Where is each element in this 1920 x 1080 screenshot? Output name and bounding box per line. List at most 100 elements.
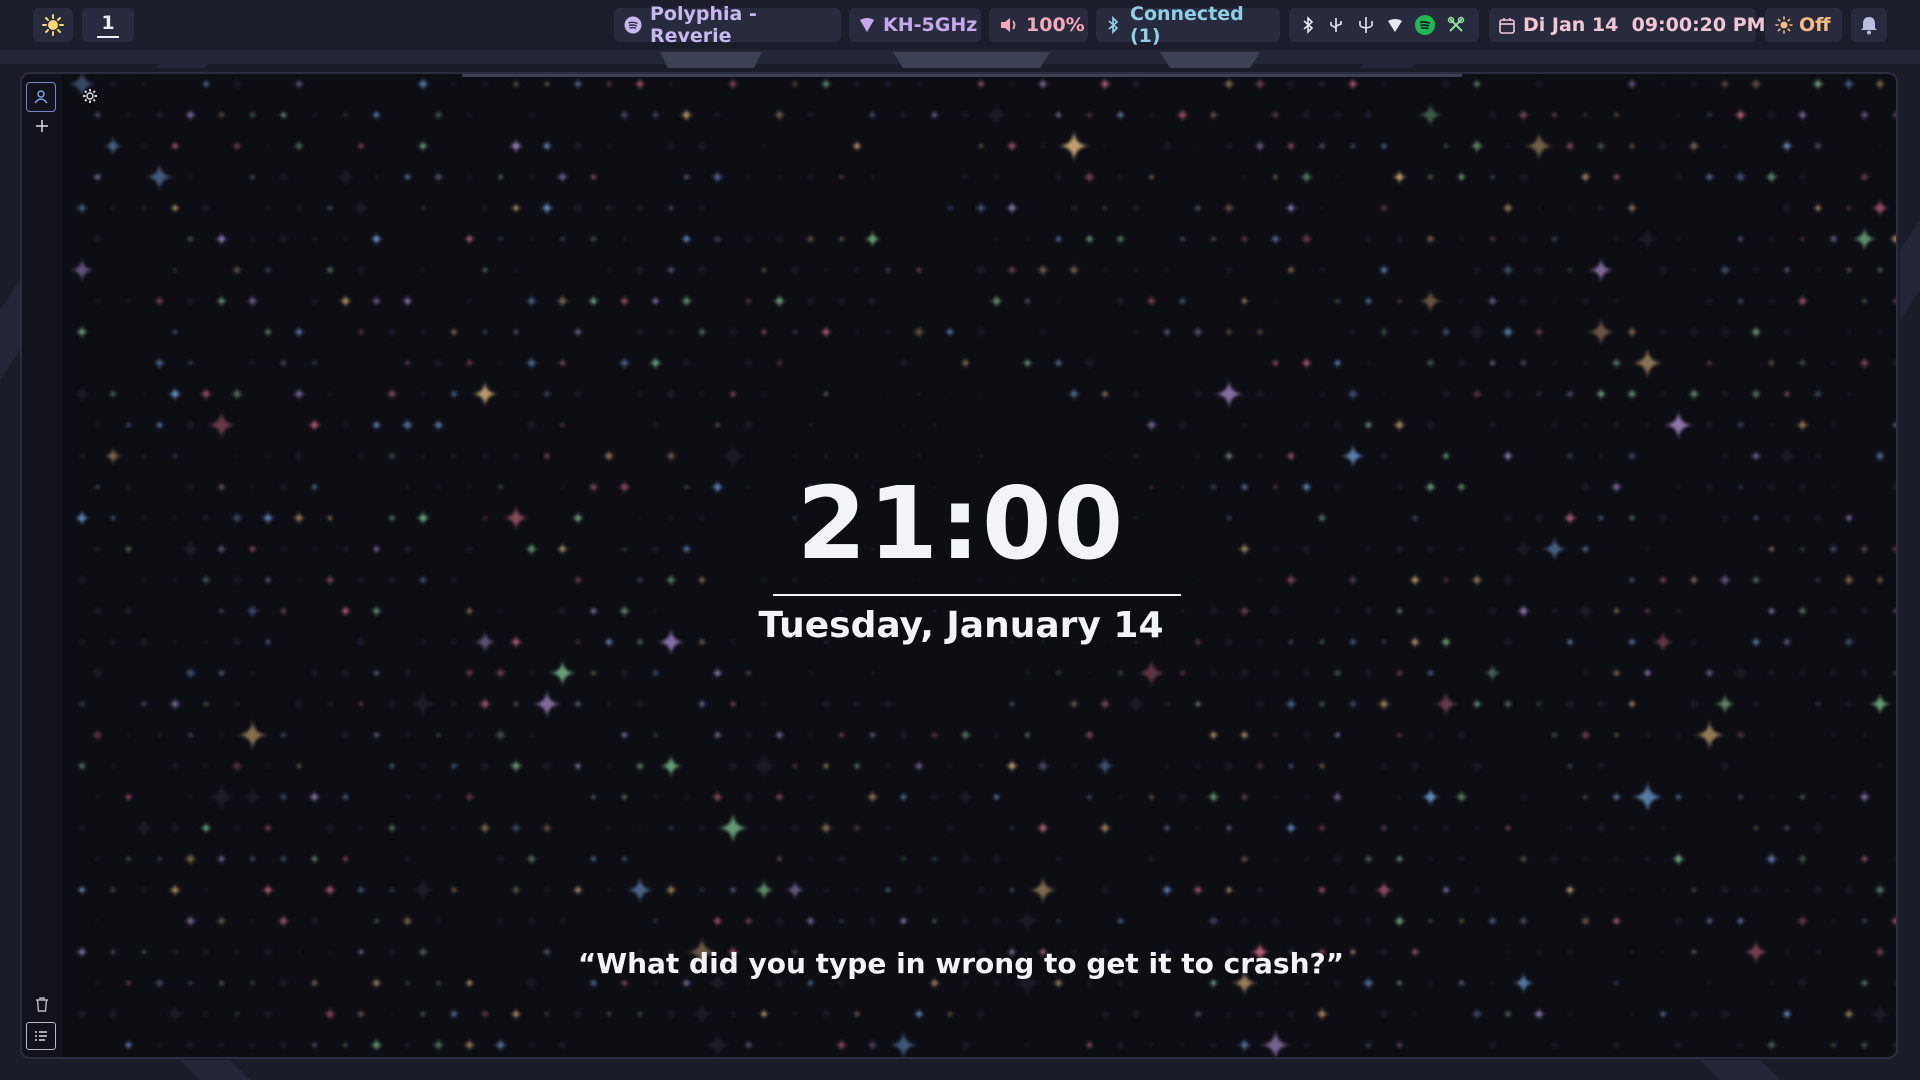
sparkle-shape (760, 700, 768, 708)
sparkle-shape (417, 326, 429, 338)
sparkle-shape (1795, 913, 1810, 929)
sparkle-shape (776, 855, 783, 863)
app-icon-button[interactable] (26, 82, 56, 112)
sparkle-shape (1331, 666, 1344, 680)
sparkle-shape (171, 328, 179, 336)
launcher-button[interactable] (33, 8, 73, 42)
sparkle-shape (1222, 77, 1236, 91)
sparkle-shape (464, 729, 475, 741)
add-button[interactable] (30, 114, 54, 138)
bluetooth-tray-icon[interactable] (1301, 16, 1315, 34)
usb-tray-icon[interactable] (1327, 16, 1345, 34)
sparkle-shape (248, 916, 257, 926)
sparkle-shape (752, 878, 776, 902)
sparkle-shape (183, 108, 198, 122)
sparkle-shape (1145, 294, 1158, 308)
sparkle-shape (663, 572, 679, 588)
usb-plug-tray-icon[interactable] (1357, 16, 1375, 34)
sparkle-shape (1115, 668, 1126, 678)
wifi-tray-icon[interactable] (1387, 17, 1403, 33)
sparkle-shape (616, 665, 633, 681)
sparkle-shape (1442, 142, 1450, 150)
sparkle-shape (790, 1009, 800, 1019)
sparkle-shape (649, 418, 662, 432)
settings-button[interactable] (78, 84, 102, 108)
sparkle-shape (744, 669, 753, 677)
sparkle-shape (973, 324, 989, 340)
sparkle-shape (1163, 266, 1171, 274)
sparkle-shape (1455, 853, 1468, 865)
sparkle-shape (697, 575, 707, 585)
sparkle-shape (201, 699, 211, 709)
sparkle-shape (712, 233, 723, 245)
sparkle-shape (1533, 326, 1545, 338)
sparkle-shape (1205, 789, 1222, 805)
trash-button[interactable] (30, 992, 54, 1016)
sparkle-shape (1518, 791, 1529, 803)
sparkle-shape (1531, 1006, 1547, 1022)
sparkle-shape (371, 916, 382, 926)
sparkle-shape (216, 1039, 227, 1051)
sparkle-shape (715, 810, 751, 846)
sparkle-shape (138, 202, 150, 214)
sparkle-shape (695, 201, 709, 215)
sparkle-shape (322, 820, 338, 836)
top-bar: 1 Polyphia - Reverie KH-5GHz 100% Connec… (0, 0, 1920, 50)
night-light-toggle[interactable]: Off (1765, 8, 1842, 42)
sparkle-shape (1670, 851, 1687, 867)
sparkle-shape (74, 324, 90, 340)
sparkle-shape (94, 917, 101, 925)
volume-widget[interactable]: 100% (989, 8, 1088, 42)
sparkle-shape (555, 1038, 570, 1052)
clock-widget[interactable]: Di Jan 14 09:00:20 PM (1489, 8, 1766, 42)
sparkle-shape (526, 110, 537, 120)
sparkle-shape (837, 730, 846, 740)
sparkle-shape (975, 884, 987, 896)
spotify-tray-icon[interactable] (1415, 15, 1435, 35)
sparkle-shape (92, 854, 103, 864)
sparkle-shape (1845, 266, 1853, 274)
sparkle-shape (140, 80, 148, 88)
sparkle-shape (1098, 883, 1112, 897)
sparkle-shape (633, 325, 647, 339)
sparkle-shape (571, 387, 585, 401)
sparkle-shape (1052, 357, 1065, 369)
sparkle-shape (1705, 793, 1714, 801)
media-widget[interactable]: Polyphia - Reverie (614, 3, 841, 47)
sparkle-shape (635, 575, 645, 585)
sparkle-shape (1596, 451, 1606, 461)
sparkle-shape (309, 854, 320, 864)
sparkle-shape (1891, 855, 1896, 863)
sparkle-shape (187, 793, 194, 801)
bluetooth-widget[interactable]: Connected (1) (1096, 3, 1280, 47)
sparkle-shape (356, 141, 366, 151)
sparkle-shape (433, 915, 444, 927)
sparkle-shape (1021, 357, 1034, 369)
sparkle-shape (977, 142, 985, 150)
workspace-button[interactable]: 1 (82, 8, 134, 42)
sparkle-shape (262, 264, 274, 276)
sparkle-shape (1023, 297, 1032, 305)
menu-button[interactable] (26, 1022, 56, 1050)
sparkle-shape (995, 424, 998, 426)
notifications-button[interactable] (1851, 8, 1887, 42)
sparkle-shape (1085, 793, 1094, 801)
sparkle-shape (1396, 793, 1403, 801)
sparkle-shape (543, 452, 551, 460)
sparkle-shape (76, 760, 88, 772)
sparkle-shape (1345, 882, 1361, 898)
sparkle-shape (164, 1003, 186, 1025)
sparkle-shape (92, 109, 103, 121)
wifi-widget[interactable]: KH-5GHz (849, 8, 981, 42)
sparkle-shape (1563, 139, 1577, 153)
sparkle-shape (496, 173, 505, 181)
sparkle-shape (728, 885, 738, 895)
sparkle-shape (1634, 225, 1661, 253)
tools-tray-icon[interactable] (1447, 16, 1465, 34)
sparkle-shape (625, 875, 655, 905)
sparkle-shape (1752, 824, 1760, 832)
sparkle-shape (1424, 356, 1437, 370)
sparkle-shape (821, 761, 831, 771)
sparkle-shape (1192, 760, 1204, 772)
sparkle-shape (276, 1038, 291, 1052)
